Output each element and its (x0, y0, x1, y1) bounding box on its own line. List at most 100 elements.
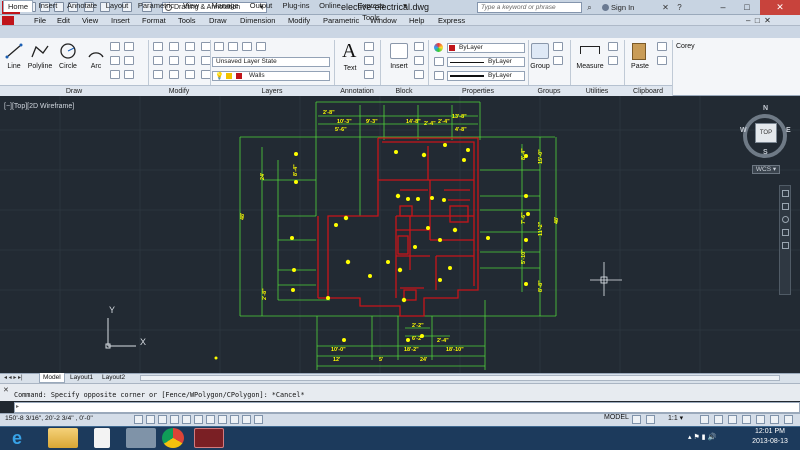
ortho-toggle-icon[interactable] (158, 415, 167, 424)
layer-state-dropdown[interactable]: Unsaved Layer State (212, 57, 330, 67)
insert-block-icon[interactable] (390, 43, 408, 59)
quick-select-icon[interactable] (608, 42, 618, 51)
match-properties-icon[interactable] (434, 57, 444, 66)
user-panel-label[interactable]: Corey (676, 43, 706, 50)
menu-format[interactable]: Format (142, 15, 166, 26)
viewcube-top-face[interactable]: TOP (755, 123, 777, 143)
block-panel-label[interactable]: Block (380, 85, 428, 96)
trim-icon[interactable] (185, 42, 195, 51)
tab-model[interactable]: Model (39, 373, 65, 383)
navigation-bar[interactable] (779, 185, 791, 295)
line-label[interactable]: Line (3, 63, 25, 70)
gradient-icon[interactable] (124, 56, 134, 65)
file-explorer-icon[interactable] (48, 428, 78, 448)
osnap-toggle-icon[interactable] (182, 415, 191, 424)
draw-panel-label[interactable]: Draw (0, 85, 148, 96)
edit-block-icon[interactable] (414, 56, 424, 65)
menu-draw[interactable]: Draw (209, 15, 227, 26)
lineweight-toggle-icon[interactable] (230, 415, 239, 424)
rectangle-icon[interactable] (110, 42, 120, 51)
coordinate-readout[interactable]: 150'-8 3/16", 20'-2 3/4" , 0'-0" (5, 415, 93, 422)
menu-insert[interactable]: Insert (111, 15, 130, 26)
paste-icon[interactable] (632, 43, 646, 60)
utilities-panel-label[interactable]: Utilities (570, 85, 624, 96)
boundary-icon[interactable] (124, 70, 134, 79)
fillet-icon[interactable] (185, 56, 195, 65)
layout-nav-arrows[interactable]: ◂ ◂ ▸ ▸| (4, 374, 23, 382)
tab-view[interactable]: View (180, 0, 202, 12)
polyline-button[interactable] (28, 43, 52, 61)
orbit-icon[interactable] (781, 229, 789, 236)
document-taskbar-icon[interactable] (94, 428, 110, 448)
annotation-scale[interactable]: 1:1 ▾ (668, 414, 683, 422)
menu-help[interactable]: Help (409, 15, 424, 26)
tab-layout1[interactable]: Layout1 (67, 373, 96, 383)
tab-layout2[interactable]: Layout2 (99, 373, 128, 383)
move-icon[interactable] (153, 42, 163, 51)
lock-icon[interactable] (728, 415, 737, 424)
copy-icon[interactable] (153, 56, 163, 65)
line-button[interactable] (4, 43, 24, 61)
doc-window-controls[interactable]: – □ ✕ (746, 15, 771, 26)
layers-panel-label[interactable]: Layers (210, 85, 334, 96)
insert-label[interactable]: Insert (384, 63, 414, 70)
stretch-icon[interactable] (153, 70, 163, 79)
ducs-toggle-icon[interactable] (206, 415, 215, 424)
circle-label[interactable]: Circle (56, 63, 80, 70)
scale-icon[interactable] (169, 70, 179, 79)
table-icon[interactable] (364, 70, 374, 79)
chrome-icon[interactable] (162, 428, 184, 448)
otrack-toggle-icon[interactable] (194, 415, 203, 424)
status-menu-icon[interactable] (770, 415, 779, 424)
autocad-taskbar-icon[interactable] (194, 428, 224, 448)
measure-icon[interactable] (580, 46, 600, 54)
measure-label[interactable]: Measure (574, 63, 606, 70)
tab-insert[interactable]: Insert (36, 0, 60, 12)
group-edit-icon[interactable] (553, 56, 563, 65)
annotation-visibility-icon[interactable] (700, 415, 709, 424)
ellipse-icon[interactable] (110, 70, 120, 79)
annotation-panel-label[interactable]: Annotation (334, 85, 380, 96)
rotate-icon[interactable] (169, 42, 179, 51)
sign-in-button[interactable]: Sign In (600, 1, 655, 14)
search-icon[interactable]: ⌕ (584, 2, 595, 13)
tab-home[interactable]: Home (3, 0, 33, 12)
tab-parametric[interactable]: Parametric (136, 0, 176, 12)
cut-icon[interactable] (657, 42, 667, 51)
zoom-icon[interactable] (781, 216, 789, 223)
ungroup-icon[interactable] (553, 42, 563, 51)
viewcube-east[interactable]: E (786, 127, 791, 134)
tab-annotate[interactable]: Annotate (64, 0, 100, 12)
tray-clock-time[interactable]: 12:01 PM (744, 428, 796, 435)
layer-isolate-icon[interactable] (242, 42, 252, 51)
tab-express-tools[interactable]: Express Tools (348, 0, 394, 22)
grid-toggle-icon[interactable] (146, 415, 155, 424)
menu-edit[interactable]: Edit (57, 15, 70, 26)
minimize-button[interactable]: – (712, 0, 734, 15)
list-icon[interactable] (434, 71, 444, 80)
hatch-icon[interactable] (110, 56, 120, 65)
help-icon[interactable]: ? (674, 2, 685, 13)
mirror-icon[interactable] (169, 56, 179, 65)
command-input[interactable] (14, 402, 800, 413)
isolate-objects-icon[interactable] (756, 415, 765, 424)
color-wheel-icon[interactable] (434, 43, 443, 52)
menu-file[interactable]: File (34, 15, 46, 26)
modify-panel-label[interactable]: Modify (148, 85, 210, 96)
steering-wheel-icon[interactable] (781, 190, 789, 197)
tab-online[interactable]: Online (316, 0, 344, 12)
leader-icon[interactable] (364, 56, 374, 65)
attribute-icon[interactable] (414, 70, 424, 79)
quick-properties-icon[interactable] (254, 415, 263, 424)
dimension-icon[interactable] (364, 42, 374, 51)
horizontal-scrollbar[interactable] (140, 375, 780, 381)
viewcube-south[interactable]: S (763, 149, 768, 156)
quick-view-drawings-icon[interactable] (646, 415, 655, 424)
text-label[interactable]: Text (338, 65, 362, 72)
copy-clip-icon[interactable] (657, 56, 667, 65)
menu-view[interactable]: View (82, 15, 98, 26)
clean-screen-icon[interactable] (784, 415, 793, 424)
properties-panel-label[interactable]: Properties (428, 85, 528, 96)
circle-button[interactable] (58, 43, 78, 61)
transparency-toggle-icon[interactable] (242, 415, 251, 424)
